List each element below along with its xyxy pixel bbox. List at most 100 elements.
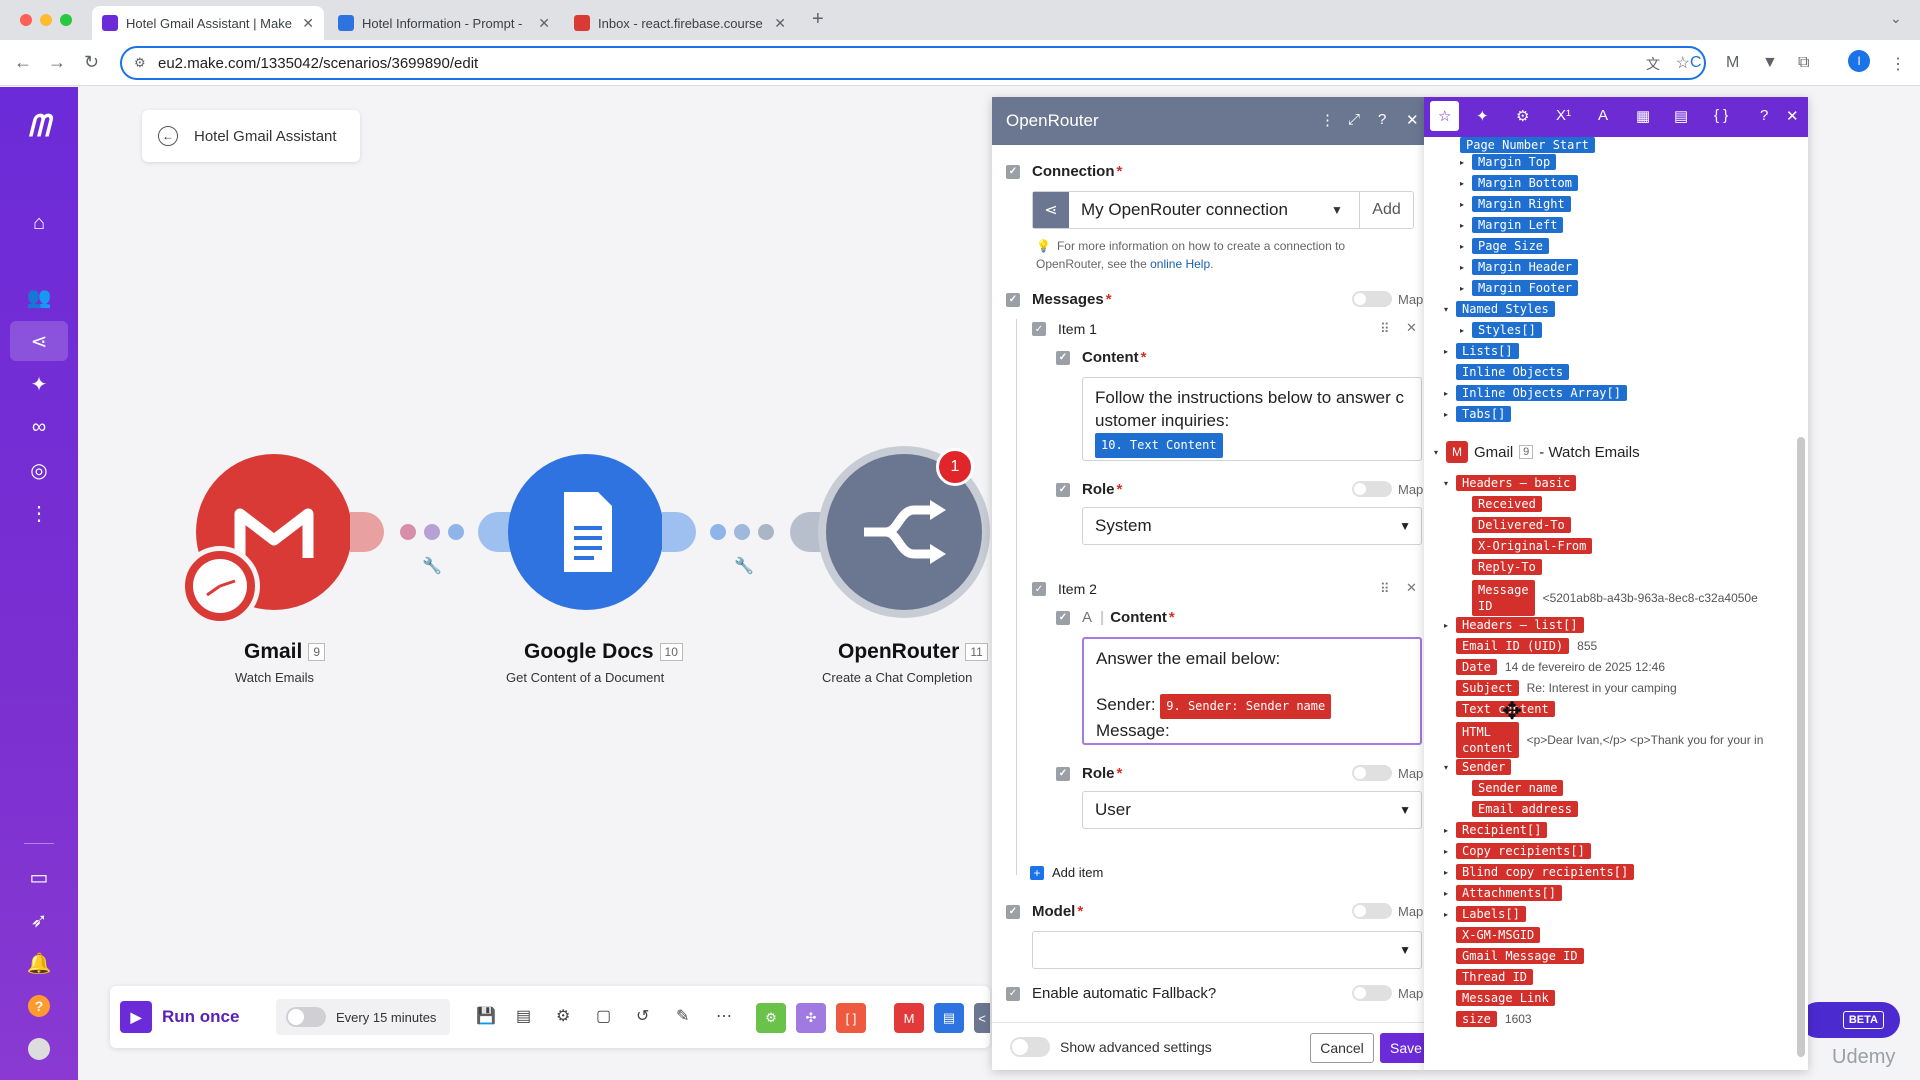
item-2-content-input[interactable]: Answer the email below: Sender: 9. Sende… [1082, 637, 1422, 745]
browser-tab-docs[interactable]: Hotel Information - Prompt - ✕ [328, 6, 560, 40]
schedule-switch[interactable] [286, 1007, 326, 1027]
tree-item[interactable]: Gmail Message ID [1444, 948, 1584, 964]
text-function-icon[interactable]: A [1598, 107, 1608, 124]
address-bar[interactable]: ⚙ eu2.make.com/1335042/scenarios/3699890… [120, 46, 1706, 80]
item-1-content-input[interactable]: Follow the instructions below to answer … [1082, 377, 1422, 461]
calendar-icon[interactable]: ▦ [1636, 107, 1650, 125]
tree-item[interactable]: Text content [1444, 701, 1555, 717]
tree-item[interactable]: Delivered-To [1460, 517, 1571, 533]
docs-shortcut-icon[interactable]: ▤ [934, 1003, 964, 1033]
run-once-button[interactable]: ▶ Run once [120, 1000, 239, 1034]
tree-item[interactable]: size 1603 [1444, 1011, 1532, 1027]
extension-m-icon[interactable]: M [1726, 54, 1739, 72]
minimize-window-button[interactable] [40, 14, 52, 26]
model-select[interactable]: ▼ [1032, 931, 1422, 969]
tree-item[interactable]: ▸ Margin Left [1460, 217, 1564, 233]
tree-item[interactable]: ▸ Tabs[] [1444, 406, 1512, 422]
advanced-settings-toggle[interactable]: Show advanced settings [1010, 1037, 1212, 1057]
role-map-toggle[interactable]: Map [1352, 481, 1423, 497]
extension-v-icon[interactable]: ▼ [1762, 54, 1778, 72]
tree-item[interactable]: ▸ Styles[] [1460, 322, 1542, 338]
docs-connector-in[interactable] [478, 512, 512, 552]
bookmark-star-icon[interactable]: ☆ [1676, 53, 1690, 73]
close-tab-icon[interactable]: ✕ [302, 15, 314, 32]
drag-handle-icon[interactable]: ⠿ [1380, 581, 1390, 597]
tree-item[interactable]: ▸ Headers – list[] [1444, 617, 1584, 633]
text-parser-icon[interactable]: [ ] [836, 1003, 866, 1033]
team-icon[interactable]: 👥 [10, 277, 68, 317]
notifications-bell-icon[interactable]: 🔔 [10, 943, 68, 983]
tree-item[interactable]: ▸ Lists[] [1444, 343, 1519, 359]
browser-tab-make[interactable]: Hotel Gmail Assistant | Make ✕ [92, 6, 324, 40]
forward-arrow-icon[interactable]: → [48, 52, 66, 73]
browser-tab-gmail[interactable]: Inbox - react.firebase.course ✕ [564, 6, 796, 40]
tree-item[interactable]: ▸ Recipient[] [1444, 822, 1548, 838]
new-tab-icon[interactable]: + [812, 8, 824, 31]
site-info-icon[interactable]: ⚙ [134, 55, 146, 71]
maximize-window-button[interactable] [60, 14, 72, 26]
item-2-role-select[interactable]: User ▼ [1082, 791, 1422, 829]
ai-assistant-beta-button[interactable]: BETA [1800, 1002, 1900, 1038]
role-map-toggle[interactable]: Map [1352, 765, 1423, 781]
tree-item[interactable]: ▸ Attachments[] [1444, 885, 1562, 901]
tree-item[interactable]: Received [1460, 496, 1542, 512]
gmail-module-section[interactable]: ▾ M Gmail 9 - Watch Emails [1434, 441, 1640, 463]
online-help-link[interactable]: online Help [1150, 257, 1210, 271]
tree-item[interactable]: X-GM-MSGID [1444, 927, 1541, 943]
connections-link-icon[interactable]: ∞ [10, 407, 68, 447]
tree-item[interactable]: ▸ Inline Objects Array[] [1444, 385, 1627, 401]
remove-item-icon[interactable]: ✕ [1406, 320, 1417, 336]
mapped-pill[interactable]: 9. Sender: Sender name [1160, 694, 1332, 719]
scenario-title-card[interactable]: ← Hotel Gmail Assistant [142, 110, 360, 162]
notification-badge[interactable]: 1 [936, 448, 974, 486]
tree-item[interactable]: Reply-To [1460, 559, 1542, 575]
remove-item-icon[interactable]: ✕ [1406, 580, 1417, 596]
text-format-icon[interactable]: A [1082, 609, 1092, 626]
tree-item[interactable]: ▾ Sender [1444, 759, 1512, 775]
help-icon[interactable]: ? [1760, 107, 1768, 124]
save-disk-icon[interactable]: 💾 [476, 1006, 496, 1026]
user-avatar[interactable] [10, 1029, 68, 1069]
panel-close-icon[interactable]: ✕ [1406, 111, 1419, 129]
tree-item[interactable]: ▸ Labels[] [1444, 906, 1526, 922]
tree-item[interactable]: ▸ Blind copy recipients[] [1444, 864, 1635, 880]
table-icon[interactable]: ▤ [1674, 107, 1688, 125]
tree-item[interactable]: HTML content <p>Dear Ivan,</p> <p>Thank y… [1444, 722, 1787, 758]
tree-item[interactable]: ▸ Page Size [1460, 238, 1550, 254]
gear-icon[interactable]: ⚙ [556, 1006, 570, 1026]
tree-item[interactable]: Email address [1460, 801, 1578, 817]
tree-item[interactable]: ▸ Margin Bottom [1460, 175, 1578, 191]
scenarios-share-icon[interactable]: ⋖ [10, 321, 68, 361]
undo-icon[interactable]: ↺ [636, 1006, 649, 1026]
docs-book-icon[interactable]: ▭ [10, 857, 68, 897]
add-connection-button[interactable]: Add [1359, 192, 1413, 228]
launch-rocket-icon[interactable]: ➶ [10, 900, 68, 940]
connection-select[interactable]: ⋖ My OpenRouter connection ▼ Add [1032, 191, 1414, 229]
docs-module-bubble[interactable] [508, 454, 664, 610]
more-vertical-icon[interactable]: ⋮ [10, 493, 68, 533]
profile-avatar[interactable]: I [1848, 50, 1870, 72]
cancel-button[interactable]: Cancel [1310, 1033, 1374, 1063]
gmail-shortcut-icon[interactable]: M [894, 1003, 924, 1033]
help-icon[interactable]: ? [10, 986, 68, 1026]
tree-item[interactable]: ▾ Headers – basic [1444, 475, 1577, 491]
back-arrow-icon[interactable]: ← [158, 126, 178, 146]
tree-item[interactable]: Email ID (UID) 855 [1444, 638, 1597, 654]
ai-sparkle-icon[interactable]: ✦ [1476, 107, 1489, 125]
tree-item[interactable]: Date 14 de fevereiro de 2025 12:46 [1444, 659, 1665, 675]
schedule-clock-icon[interactable] [180, 546, 260, 626]
tree-item[interactable]: Subject Re: Interest in your camping [1444, 680, 1677, 696]
webhooks-globe-icon[interactable]: ◎ [10, 450, 68, 490]
tree-item[interactable]: Page Number Start [1448, 137, 1595, 153]
route-wrench-icon[interactable]: 🔧 [734, 556, 754, 576]
tree-item[interactable]: Message ID <5201ab8b-a43b-963a-8ec8-c32a4… [1460, 580, 1783, 616]
star-icon[interactable]: ☆ [1430, 101, 1460, 131]
gear-icon[interactable]: ⚙ [1516, 107, 1529, 125]
reload-icon[interactable]: ↻ [84, 52, 99, 73]
extension-c-icon[interactable]: C [1690, 54, 1702, 72]
panel-expand-icon[interactable]: ⤢ [1348, 111, 1360, 128]
tree-item[interactable]: Sender name [1460, 780, 1564, 796]
mapped-pill[interactable]: 10. Text Content [1095, 433, 1223, 458]
home-icon[interactable]: ⌂ [10, 203, 68, 243]
close-icon[interactable]: ✕ [1786, 107, 1799, 125]
